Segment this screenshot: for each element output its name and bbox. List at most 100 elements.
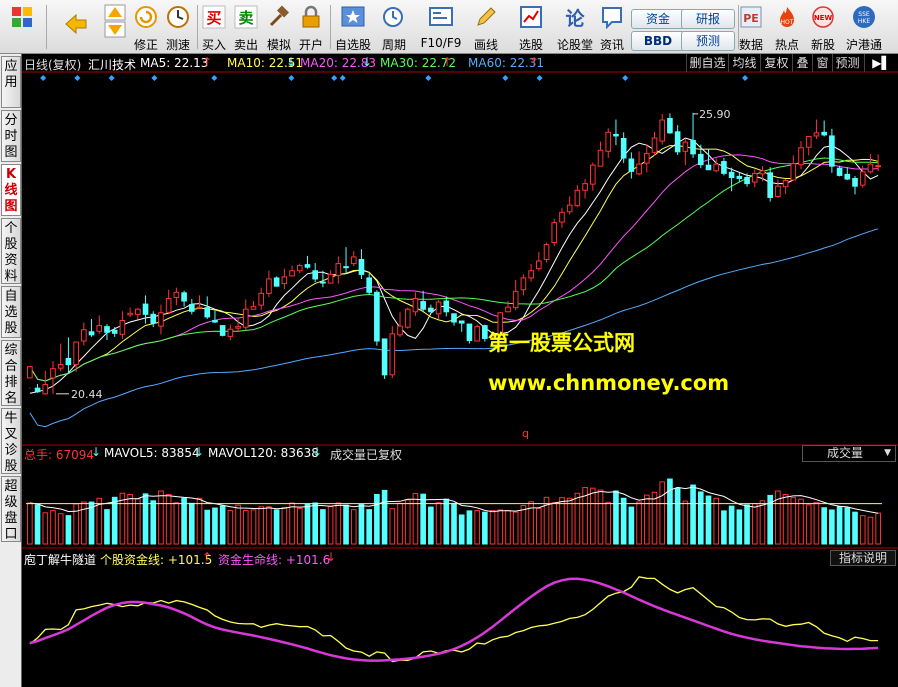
event-diamond [108, 75, 115, 81]
volume-bar [520, 505, 527, 545]
volume-bar [350, 509, 357, 545]
volume-bar [713, 497, 720, 545]
volume-bar [829, 509, 835, 545]
candle-up [42, 384, 49, 395]
open-account-button[interactable]: 开户 [295, 2, 327, 52]
volume-bar [358, 503, 365, 545]
updown-button[interactable] [100, 2, 130, 52]
candle-down [674, 131, 681, 153]
volume-bar [682, 500, 689, 545]
fund-button[interactable]: 资金 [631, 9, 685, 29]
back-arrow-icon [65, 13, 87, 35]
hk-connect-button[interactable]: SSE HKE 沪港通 [842, 2, 886, 52]
volume-bar [466, 510, 473, 545]
new-stock-button[interactable]: NEW 新股 [806, 2, 840, 52]
buy-label: 买入 [201, 38, 226, 52]
f10-icon [429, 7, 453, 26]
tab-diagnosis[interactable]: 牛叉诊股 [1, 408, 21, 474]
volume-bar [250, 509, 257, 545]
hk-connect-label: 沪港通 [845, 38, 882, 52]
news-icon [602, 7, 622, 29]
tab-stock-profile[interactable]: 个股资料 [1, 218, 21, 284]
candle-down [111, 329, 118, 334]
indicator-help-button[interactable]: 指标说明 [830, 550, 896, 566]
fund-line-value: 个股资金线: +101.5 [100, 553, 213, 567]
watermark-title: 第一股票公式网 [488, 331, 635, 355]
volume-bar [497, 509, 504, 545]
chart-svg[interactable]: 25.90 20.44 q 第一股票公式网 www.chnmoney.com [22, 54, 898, 687]
open-account-label: 开户 [298, 38, 323, 52]
buy-button[interactable]: 买 买入 [198, 2, 230, 52]
volume-bar [273, 509, 280, 545]
candle-down [366, 277, 372, 293]
sell-button[interactable]: 卖 卖出 [230, 2, 262, 52]
data-button[interactable]: PE 数据 [736, 2, 766, 52]
tab-kline[interactable]: K线图 [1, 164, 21, 216]
candle-down [65, 357, 72, 366]
hk-icon: SSEHKE [853, 6, 875, 28]
research-button[interactable]: 研报 [681, 9, 735, 29]
data-label: 数据 [738, 38, 763, 52]
volume-bar [836, 506, 843, 545]
pick-stock-label: 选股 [518, 38, 543, 52]
period-button[interactable]: 周期 [374, 2, 414, 52]
candle-down [34, 387, 41, 393]
volume-bar [181, 497, 187, 545]
volume-bar [505, 510, 511, 545]
down-arrow-icon: ↓ [312, 445, 323, 459]
candle-down [428, 307, 434, 313]
candle-down [844, 173, 851, 180]
back-button[interactable] [56, 2, 96, 52]
volume-bar [458, 514, 465, 545]
tab-super-quote[interactable]: 超级盘口 [1, 476, 21, 542]
candle-down [219, 325, 226, 336]
home-grid-button[interactable] [2, 2, 42, 52]
volume-indicator-select[interactable]: 成交量 ▼ [802, 445, 896, 462]
ma20-line [29, 154, 879, 382]
volume-bar [805, 504, 812, 545]
candle-up [559, 211, 565, 223]
volume-bar [512, 511, 519, 545]
watchlist-button[interactable]: 自选股 [332, 2, 374, 52]
candle-down [836, 167, 843, 176]
modify-icon [135, 6, 157, 28]
candles [27, 112, 881, 395]
draw-button[interactable]: 画线 [466, 2, 506, 52]
high-price-label: 25.90 [699, 108, 731, 121]
tab-watchlist[interactable]: 自选股 [1, 286, 21, 338]
volume-bar [381, 489, 388, 545]
volume-bar [559, 497, 565, 545]
f10-button[interactable]: F10/F9 [416, 2, 466, 52]
event-diamond [288, 75, 295, 81]
modify-label: 修正 [133, 38, 158, 52]
forecast-button[interactable]: 预测 [681, 31, 735, 51]
bbd-button[interactable]: BBD [631, 31, 685, 51]
volume-bar [443, 498, 450, 545]
hot-button[interactable]: HOT 热点 [771, 2, 803, 52]
simulate-button[interactable]: 模拟 [263, 2, 295, 52]
speed-test-button[interactable]: 测速 [162, 2, 194, 52]
chart-area: 日线(复权) 汇川技术 MA5: 22.13 ↑ MA10: 22.51 ↓ M… [22, 54, 898, 687]
volume-bar [736, 509, 743, 545]
pick-stock-button[interactable]: 选股 [510, 2, 552, 52]
candle-up [543, 244, 550, 260]
candle-up [289, 270, 295, 277]
volume-bar [813, 501, 820, 545]
candle-down [458, 320, 465, 324]
up-arrow-icon: ↑ [202, 550, 213, 564]
forum-button[interactable]: 论 论股堂 [554, 2, 596, 52]
volume-bar [589, 487, 596, 545]
tab-apps[interactable]: 应用 [1, 56, 21, 108]
candle-up [813, 132, 820, 137]
modify-button[interactable]: 修正 [130, 2, 162, 52]
tab-ranking[interactable]: 综合排名 [1, 340, 21, 406]
volume-bar [374, 493, 380, 545]
volume-bar [790, 497, 797, 545]
candle-up [528, 270, 534, 279]
volume-bar [188, 502, 195, 545]
candle-up [250, 306, 257, 310]
volume-bar [728, 505, 735, 545]
news-button[interactable]: 资讯 [596, 2, 628, 52]
tab-timeshare[interactable]: 分时图 [1, 110, 21, 162]
volume-bar [312, 502, 319, 545]
